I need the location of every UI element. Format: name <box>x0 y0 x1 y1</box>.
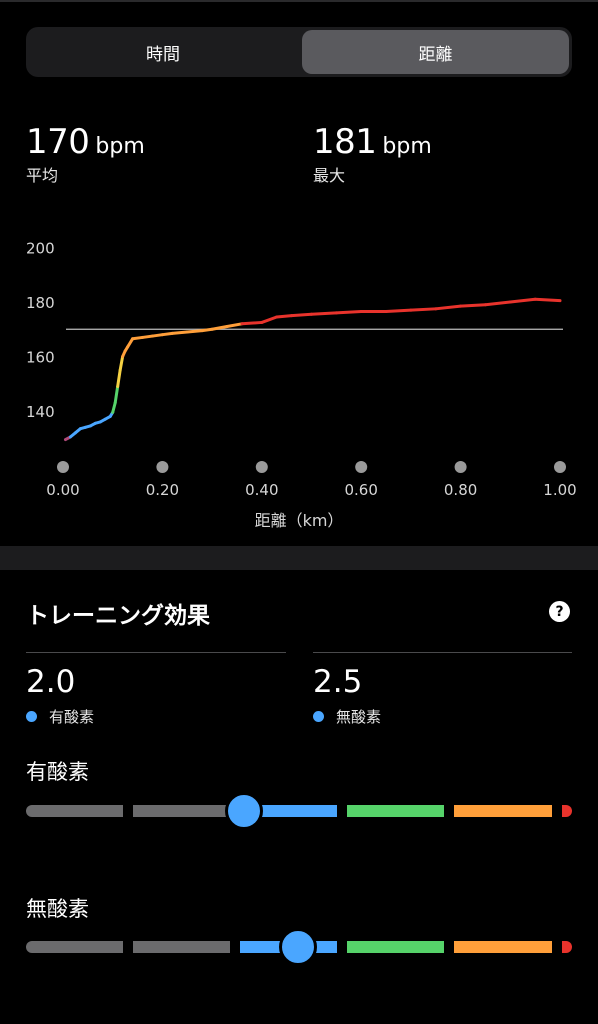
hr-line-segment <box>310 311 338 316</box>
x-tick-label: 1.00 <box>543 481 576 499</box>
hr-line-segment <box>116 368 122 388</box>
aerobic-bar-segment <box>454 805 552 817</box>
hr-line-segment <box>384 308 413 314</box>
anaerobic-label: 無酸素 <box>336 708 382 726</box>
x-tick-label: 0.00 <box>46 481 79 499</box>
anaerobic-bar-segment <box>26 941 123 953</box>
hr-line-segment <box>334 310 363 315</box>
help-icon[interactable]: ? <box>549 601 570 622</box>
tab-distance[interactable]: 距離 <box>302 30 569 74</box>
aerobic-bar-segment <box>26 805 123 817</box>
hr-line-segment <box>113 384 120 405</box>
avg-unit: bpm <box>95 134 145 159</box>
x-tick-label: 0.40 <box>245 481 278 499</box>
x-tick-label: 0.20 <box>146 481 179 499</box>
segmented-control: 時間 距離 <box>26 27 572 77</box>
hr-line-segment <box>459 303 487 308</box>
aerobic-bar-segment <box>347 805 444 817</box>
x-tick-dot <box>355 461 368 473</box>
aerobic-bar-segment <box>133 805 230 817</box>
aerobic-bar-segment <box>562 805 572 817</box>
anaerobic-bar-segment <box>347 941 444 953</box>
heart-rate-chart: 140 160 180 200 0.00 0.20 0.40 0.60 0.80 1.00 距離（k… <box>26 240 577 531</box>
aerobic-level-bar <box>26 792 574 830</box>
hr-line-segment <box>160 331 174 337</box>
hr-line-segment <box>185 329 204 334</box>
aerobic-dot-icon <box>26 711 37 722</box>
x-tick-dot <box>255 461 268 473</box>
tab-time[interactable]: 時間 <box>29 30 297 74</box>
aerobic-separator <box>26 652 286 653</box>
hr-line-segment <box>290 312 313 318</box>
anaerobic-value: 2.5 <box>313 664 363 700</box>
x-tick-dot <box>554 461 566 473</box>
hr-line-segment <box>275 314 294 319</box>
hr-line-segment <box>118 355 125 372</box>
hr-line-segment <box>240 320 264 326</box>
hr-line-segment <box>508 297 537 304</box>
aerobic-label: 有酸素 <box>49 708 95 726</box>
anaerobic-bar-segment <box>454 941 552 953</box>
x-tick-dot <box>454 461 467 473</box>
aerobic-value: 2.0 <box>26 664 76 700</box>
top-divider <box>0 0 598 2</box>
hr-line-segment <box>409 307 438 312</box>
aerobic-legend: 有酸素 <box>26 706 94 727</box>
hr-line-segment <box>434 304 463 311</box>
x-tick-dot <box>156 461 169 473</box>
anaerobic-separator <box>313 652 572 653</box>
aerobic-bar-knob[interactable] <box>225 792 263 830</box>
hr-line-segment <box>131 335 145 341</box>
avg-stat: 170 bpm 平均 <box>26 122 145 186</box>
aerobic-bar-title: 有酸素 <box>26 760 89 784</box>
y-tick-label: 140 <box>26 403 55 421</box>
y-tick-label: 200 <box>26 240 55 258</box>
max-label: 最大 <box>313 166 346 185</box>
anaerobic-dot-icon <box>313 711 324 722</box>
y-tick-label: 180 <box>26 294 55 312</box>
anaerobic-bar-segment <box>133 941 230 953</box>
hr-line-segment <box>170 330 189 335</box>
anaerobic-bar-knob[interactable] <box>278 928 317 966</box>
hr-line-segment <box>200 327 214 333</box>
avg-value: 170 <box>26 122 90 162</box>
max-stat: 181 bpm 最大 <box>313 122 432 186</box>
max-unit: bpm <box>382 134 432 159</box>
hr-line-segment <box>533 297 562 303</box>
hr-line-segment <box>483 300 512 307</box>
avg-label: 平均 <box>26 166 59 185</box>
x-axis-label: 距離（km） <box>255 511 344 530</box>
y-tick-label: 160 <box>26 349 55 367</box>
anaerobic-level-bar <box>26 928 574 966</box>
hr-line-segment <box>260 315 279 324</box>
hr-line-segment <box>150 333 164 338</box>
x-tick-label: 0.80 <box>444 481 477 499</box>
training-effect-title: トレーニング効果 <box>26 603 210 629</box>
anaerobic-legend: 無酸素 <box>313 706 381 727</box>
max-value: 181 <box>313 122 377 162</box>
section-divider <box>0 546 598 570</box>
anaerobic-bar-title: 無酸素 <box>26 897 89 921</box>
hr-line-segment <box>225 322 244 329</box>
anaerobic-bar-segment <box>562 941 572 953</box>
hr-line-segment <box>141 334 154 339</box>
x-tick-label: 0.60 <box>344 481 377 499</box>
x-tick-dot <box>57 461 69 473</box>
